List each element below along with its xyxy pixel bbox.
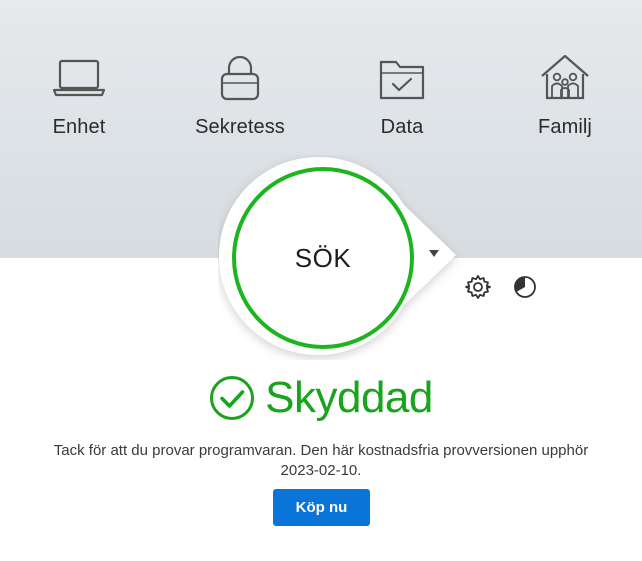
laptop-icon: [52, 59, 106, 97]
check-circle-icon: [210, 376, 255, 420]
scan-button[interactable]: SÖK: [232, 167, 414, 349]
feature-family-label: Familj: [538, 116, 592, 138]
trial-notice: Tack för att du provar programvaran. Den…: [20, 441, 622, 481]
folder-check-icon: [379, 60, 425, 100]
lock-icon: [220, 55, 260, 101]
feature-privacy[interactable]: Sekretess: [180, 52, 300, 152]
feature-privacy-label: Sekretess: [195, 116, 285, 138]
trial-notice-line-1: Tack för att du provar programvaran. Den…: [53, 442, 589, 459]
scan-bubble: SÖK: [218, 155, 468, 360]
protection-status: Skyddad: [0, 370, 642, 426]
pie-chart-icon[interactable]: [511, 273, 539, 301]
dropdown-arrow-icon[interactable]: [426, 246, 442, 260]
status-label: Skyddad: [265, 373, 433, 422]
buy-now-button[interactable]: Köp nu: [273, 489, 370, 526]
trial-notice-line-2: 2023-02-10.: [280, 462, 362, 479]
feature-data[interactable]: Data: [342, 52, 462, 152]
feature-device[interactable]: Enhet: [19, 52, 139, 152]
family-house-icon: [541, 54, 589, 100]
feature-data-label: Data: [380, 116, 424, 138]
gear-icon[interactable]: [464, 273, 492, 301]
feature-family[interactable]: Familj: [505, 52, 625, 152]
feature-device-label: Enhet: [52, 116, 106, 138]
scan-label: SÖK: [294, 242, 352, 273]
